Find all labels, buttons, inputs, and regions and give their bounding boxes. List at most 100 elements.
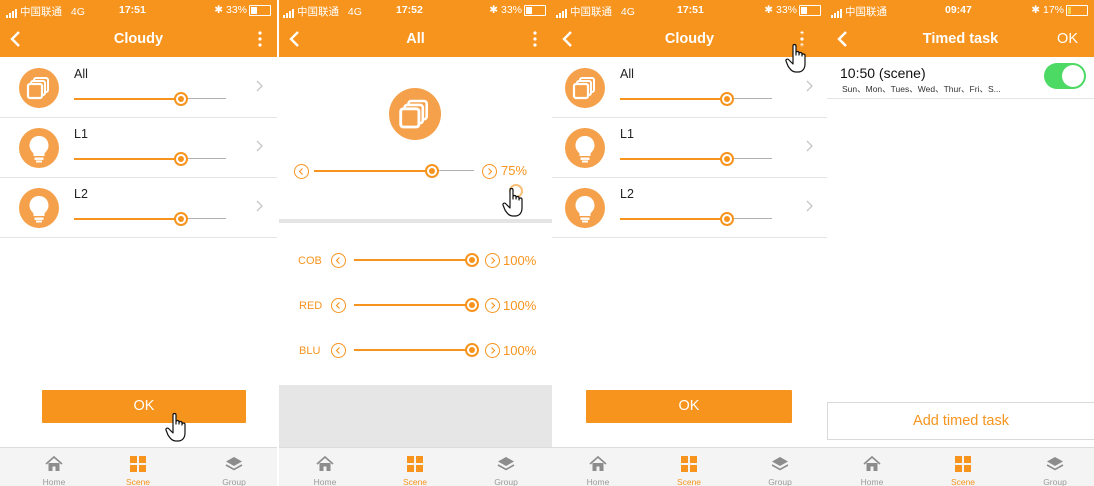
more-icon[interactable] <box>532 31 538 47</box>
tab-scene[interactable]: Scene <box>103 448 173 486</box>
brightness-slider[interactable] <box>620 152 772 166</box>
tab-group[interactable]: Group <box>199 448 269 486</box>
layers-icon <box>565 68 605 108</box>
bluetooth-icon: ✱ <box>764 4 774 16</box>
brightness-slider[interactable] <box>74 212 226 226</box>
slider-knob[interactable] <box>174 152 188 166</box>
chevron-right-icon <box>256 80 263 92</box>
slider-knob[interactable] <box>720 152 734 166</box>
tab-scene[interactable]: Scene <box>654 448 724 486</box>
slider-knob[interactable] <box>720 92 734 106</box>
brightness-slider[interactable] <box>620 92 772 106</box>
chevron-right-icon <box>256 200 263 212</box>
slider-knob[interactable] <box>465 343 479 357</box>
bulb-icon <box>565 188 605 228</box>
channel-slider[interactable] <box>354 298 479 312</box>
bluetooth-icon: ✱ <box>214 4 224 16</box>
status-time: 17:51 <box>677 4 704 16</box>
decrease-button[interactable] <box>331 298 346 313</box>
home-icon <box>863 455 881 471</box>
page-title: All <box>406 31 425 47</box>
page-title: Cloudy <box>113 31 164 47</box>
slider-knob[interactable] <box>174 212 188 226</box>
task-enabled-toggle[interactable] <box>1044 63 1086 89</box>
tab-bar: Home Scene Group <box>279 447 552 486</box>
slider-knob[interactable] <box>465 253 479 267</box>
add-timed-task-button[interactable]: Add timed task <box>827 402 1094 440</box>
brightness-slider[interactable] <box>620 212 772 226</box>
status-time: 17:52 <box>396 4 423 16</box>
tab-group[interactable]: Group <box>745 448 815 486</box>
slider-knob[interactable] <box>425 164 439 178</box>
tab-label: Group <box>1043 477 1067 486</box>
ok-button[interactable]: OK <box>586 390 792 423</box>
nav-ok-button[interactable]: OK <box>1057 31 1078 47</box>
chevron-right-icon <box>806 80 813 92</box>
bluetooth-icon: ✱ <box>489 4 499 16</box>
decrease-button[interactable] <box>331 343 346 358</box>
network: 4G <box>620 6 635 18</box>
light-row-l2[interactable]: L2 <box>552 178 827 238</box>
slider-knob[interactable] <box>174 92 188 106</box>
increase-button[interactable] <box>485 298 500 313</box>
tab-home[interactable]: Home <box>563 448 633 486</box>
chevron-right-icon <box>806 140 813 152</box>
channel-slider[interactable] <box>354 253 479 267</box>
network: 4G <box>347 6 362 18</box>
light-row-all[interactable]: All <box>552 58 827 118</box>
tab-home[interactable]: Home <box>837 448 907 486</box>
bulb-icon <box>19 128 59 168</box>
tab-scene[interactable]: Scene <box>928 448 998 486</box>
battery-percent: 33% <box>500 4 522 16</box>
empty-area <box>279 385 552 447</box>
slider-knob[interactable] <box>465 298 479 312</box>
layers-icon <box>19 68 59 108</box>
status-time: 17:51 <box>119 4 146 16</box>
light-row-l2[interactable]: L2 <box>0 178 277 238</box>
network: 4G <box>70 6 85 18</box>
light-row-l1[interactable]: L1 <box>552 118 827 178</box>
chevron-right-icon <box>256 140 263 152</box>
more-icon[interactable] <box>257 31 263 47</box>
status-bar: 中国联通 4G 17:51 ✱ 33% <box>0 0 277 20</box>
status-time: 09:47 <box>945 4 972 16</box>
tab-label: Home <box>313 477 337 486</box>
channel-slider[interactable] <box>354 343 479 357</box>
light-row-l1[interactable]: L1 <box>0 118 277 178</box>
scene-cloudy-screen: 中国联通 4G 17:51 ✱ 33% Cloudy All L1 L2 OK … <box>0 0 277 486</box>
channel-label: RED <box>299 300 323 312</box>
light-detail-screen: 中国联通 4G 17:52 ✱ 33% All 75% COB 100% RED <box>279 0 552 486</box>
tab-home[interactable]: Home <box>290 448 360 486</box>
tab-group[interactable]: Group <box>1020 448 1090 486</box>
tab-group[interactable]: Group <box>471 448 541 486</box>
carrier: 中国联通 <box>570 6 612 18</box>
row-label: All <box>620 67 634 81</box>
signal-icon <box>831 6 843 19</box>
tab-bar: Home Scene Group <box>827 447 1094 486</box>
group-icon <box>1046 457 1064 471</box>
brightness-slider[interactable] <box>74 152 226 166</box>
task-days: Sun、Mon、Tues、Wed、Thur、Fri、S... <box>842 84 1001 94</box>
hand-pointer-icon <box>165 412 186 442</box>
increase-button[interactable] <box>485 343 500 358</box>
status-bar: 中国联通 09:47 ✱ 17% <box>827 0 1094 20</box>
brightness-slider[interactable] <box>74 92 226 106</box>
scene-icon <box>407 456 423 472</box>
light-row-all[interactable]: All <box>0 58 277 118</box>
chevron-right-icon <box>806 200 813 212</box>
bluetooth-icon: ✱ <box>1031 4 1041 16</box>
ok-button[interactable]: OK <box>42 390 246 423</box>
decrease-button[interactable] <box>294 164 309 179</box>
signal-icon <box>6 6 18 19</box>
decrease-button[interactable] <box>331 253 346 268</box>
tab-home[interactable]: Home <box>19 448 89 486</box>
slider-knob[interactable] <box>720 212 734 226</box>
battery-percent: 33% <box>225 4 247 16</box>
tab-scene[interactable]: Scene <box>380 448 450 486</box>
channel-percent: 100% <box>503 253 537 268</box>
increase-button[interactable] <box>485 253 500 268</box>
increase-button[interactable] <box>482 164 497 179</box>
nav-bar: All <box>279 20 552 57</box>
master-percent: 75% <box>501 163 528 178</box>
master-slider[interactable] <box>314 164 474 178</box>
